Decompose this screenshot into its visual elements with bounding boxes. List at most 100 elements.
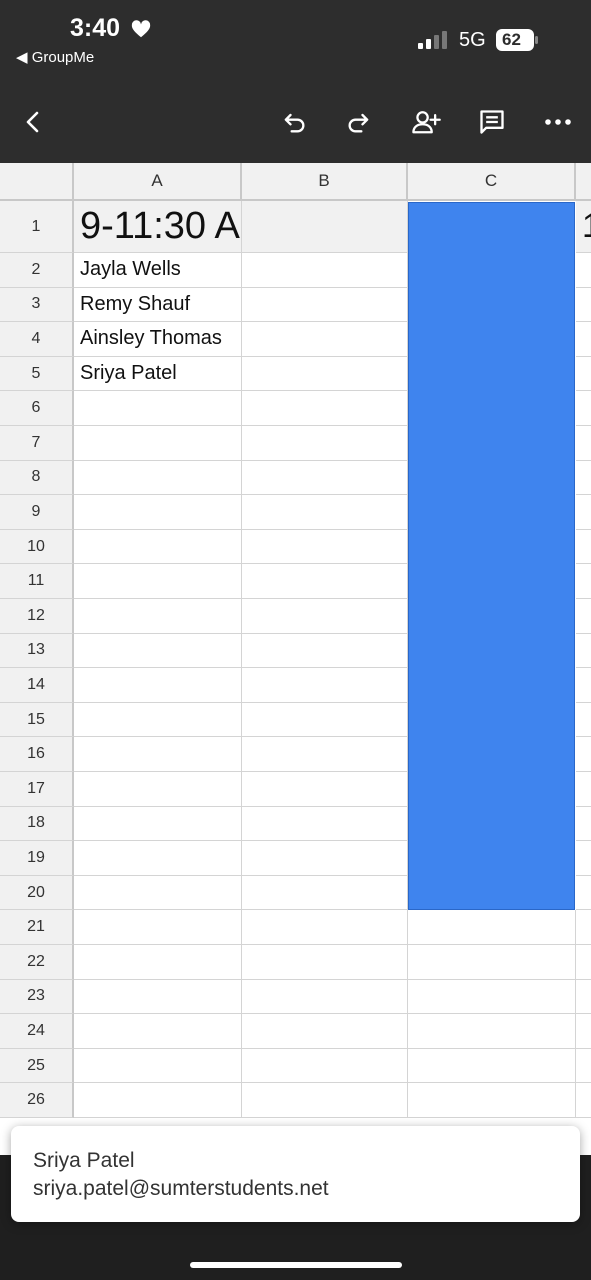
sheet-cell[interactable] xyxy=(242,391,408,426)
undo-button[interactable] xyxy=(274,102,314,142)
sheet-cell[interactable] xyxy=(74,460,242,496)
sheet-cell[interactable] xyxy=(576,322,591,357)
sheet-cell[interactable] xyxy=(242,910,408,945)
sheet-cell[interactable] xyxy=(242,599,408,634)
sheet-cell[interactable] xyxy=(242,979,408,1015)
sheet-cell[interactable] xyxy=(576,772,591,807)
sheet-cell[interactable] xyxy=(242,1083,408,1118)
sheet-cell[interactable] xyxy=(74,495,242,530)
sheet-cell[interactable] xyxy=(576,461,591,496)
sheet-cell[interactable] xyxy=(74,979,242,1015)
sheet-cell[interactable] xyxy=(242,529,408,565)
sheet-cell[interactable] xyxy=(74,1083,242,1118)
sheet-cell[interactable] xyxy=(74,737,242,772)
sheet-cell[interactable] xyxy=(242,737,408,772)
back-to-app-link[interactable]: ◀ GroupMe xyxy=(16,48,94,66)
row-header[interactable]: 6 xyxy=(0,391,74,426)
sheet-cell[interactable] xyxy=(74,841,242,876)
sheet-cell[interactable] xyxy=(576,530,591,565)
sheet-cell[interactable] xyxy=(576,910,591,945)
sheet-cell[interactable] xyxy=(576,876,591,911)
selected-range-highlight[interactable] xyxy=(408,202,575,911)
row-header[interactable]: 19 xyxy=(0,841,74,876)
sheet-cell[interactable] xyxy=(74,633,242,669)
sheet-cell[interactable] xyxy=(242,495,408,530)
row-header[interactable]: 12 xyxy=(0,599,74,634)
sheet-cell[interactable] xyxy=(242,875,408,911)
sheet-cell[interactable] xyxy=(74,702,242,738)
row-header[interactable]: 10 xyxy=(0,529,74,565)
sheet-cell[interactable] xyxy=(576,980,591,1015)
row-header[interactable]: 11 xyxy=(0,564,74,599)
sheet-cell[interactable] xyxy=(242,702,408,738)
sheet-cell[interactable] xyxy=(576,426,591,461)
row-header[interactable]: 16 xyxy=(0,737,74,772)
cell-a1-title[interactable]: 9-11:30 AM xyxy=(74,201,242,253)
row-header[interactable]: 1 xyxy=(0,201,74,253)
student-name-cell[interactable]: Remy Shauf xyxy=(74,287,242,323)
row-header[interactable]: 5 xyxy=(0,356,74,392)
sheet-cell[interactable] xyxy=(74,391,242,426)
sheet-cell[interactable] xyxy=(242,201,408,253)
row-header[interactable]: 15 xyxy=(0,702,74,738)
more-button[interactable] xyxy=(538,102,578,142)
sheet-cell[interactable] xyxy=(576,599,591,634)
sheet-cell[interactable] xyxy=(242,841,408,876)
sheet-cell[interactable] xyxy=(576,841,591,876)
sheet-cell[interactable] xyxy=(242,564,408,599)
share-button[interactable] xyxy=(406,102,446,142)
select-all-corner[interactable] xyxy=(0,163,74,201)
row-header[interactable]: 25 xyxy=(0,1048,74,1084)
row-header[interactable]: 18 xyxy=(0,806,74,842)
sheet-cell[interactable] xyxy=(74,529,242,565)
sheet-cell[interactable] xyxy=(576,288,591,323)
row-header[interactable]: 13 xyxy=(0,633,74,669)
sheet-cell[interactable] xyxy=(576,737,591,772)
sheet-cell[interactable] xyxy=(408,910,576,945)
sheet-cell[interactable] xyxy=(408,979,576,1015)
row-header[interactable]: 20 xyxy=(0,875,74,911)
row-header[interactable]: 3 xyxy=(0,287,74,323)
sheet-cell[interactable] xyxy=(408,1083,576,1118)
back-button[interactable] xyxy=(13,102,53,142)
column-header-c[interactable]: C xyxy=(408,163,576,201)
sheet-cell[interactable] xyxy=(74,910,242,945)
student-name-cell[interactable]: Sriya Patel xyxy=(74,356,242,392)
row-header[interactable]: 22 xyxy=(0,945,74,980)
sheet-cell[interactable] xyxy=(242,460,408,496)
row-header[interactable]: 8 xyxy=(0,460,74,496)
sheet-cell[interactable] xyxy=(576,1049,591,1084)
contact-card[interactable]: Sriya Patel sriya.patel@sumterstudents.n… xyxy=(11,1126,580,1222)
sheet-cell[interactable] xyxy=(408,1048,576,1084)
sheet-cell[interactable] xyxy=(74,1048,242,1084)
sheet-cell[interactable] xyxy=(74,599,242,634)
sheet-cell[interactable] xyxy=(408,1014,576,1049)
sheet-cell[interactable] xyxy=(242,322,408,357)
sheet-cell[interactable] xyxy=(242,772,408,807)
row-header[interactable]: 17 xyxy=(0,772,74,807)
sheet-cell[interactable] xyxy=(576,945,591,980)
row-header[interactable]: 14 xyxy=(0,668,74,703)
redo-button[interactable] xyxy=(339,102,379,142)
row-header[interactable]: 2 xyxy=(0,253,74,288)
spreadsheet-grid[interactable]: A B C 19-11:30 AM12Jayla Wells3Remy Shau… xyxy=(0,163,591,1126)
column-header-b[interactable]: B xyxy=(242,163,408,201)
contact-email[interactable]: sriya.patel@sumterstudents.net xyxy=(33,1177,329,1201)
sheet-cell[interactable] xyxy=(242,668,408,703)
sheet-cell[interactable] xyxy=(408,945,576,980)
sheet-cell[interactable] xyxy=(242,633,408,669)
row-header[interactable]: 23 xyxy=(0,979,74,1015)
sheet-cell[interactable] xyxy=(576,807,591,842)
sheet-cell[interactable] xyxy=(242,1014,408,1049)
sheet-cell[interactable] xyxy=(242,253,408,288)
row-header[interactable]: 9 xyxy=(0,495,74,530)
row-header[interactable]: 24 xyxy=(0,1014,74,1049)
sheet-cell[interactable] xyxy=(576,1014,591,1049)
sheet-cell[interactable] xyxy=(242,806,408,842)
sheet-cell[interactable] xyxy=(242,356,408,392)
sheet-cell[interactable] xyxy=(242,426,408,461)
sheet-cell[interactable] xyxy=(576,634,591,669)
sheet-cell[interactable] xyxy=(74,945,242,980)
sheet-cell[interactable] xyxy=(74,426,242,461)
sheet-cell[interactable] xyxy=(74,772,242,807)
